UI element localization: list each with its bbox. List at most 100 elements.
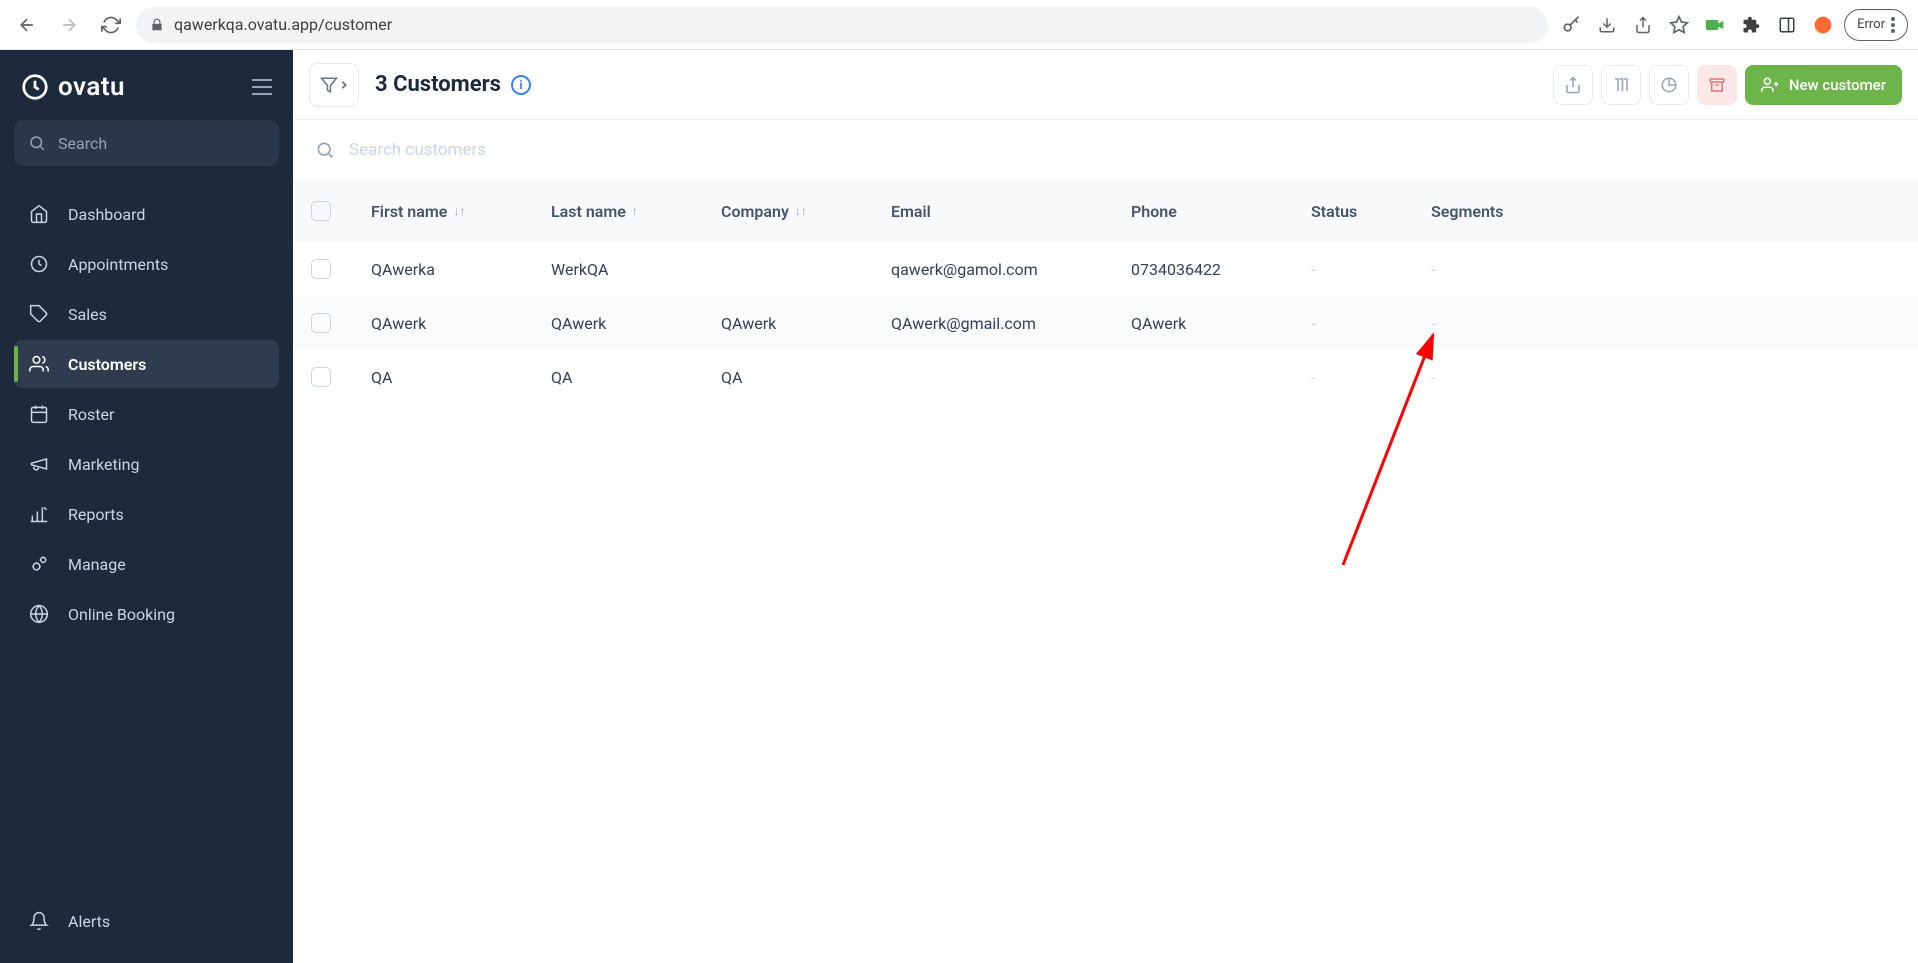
sidebar-item-dashboard[interactable]: Dashboard — [14, 190, 279, 238]
lock-icon — [150, 18, 164, 32]
customers-table: First name↓↑ Last name↑ Company↓↑ Email … — [293, 180, 1918, 404]
reload-button[interactable] — [94, 8, 128, 42]
app: ovatu Search Dashboard Appointments Sale… — [0, 50, 1918, 963]
sidebar-item-label: Manage — [68, 555, 126, 574]
cell-email: qawerk@gamol.com — [891, 260, 1131, 279]
globe-icon — [28, 604, 50, 624]
filter-button[interactable] — [309, 63, 359, 107]
sidebar-item-appointments[interactable]: Appointments — [14, 240, 279, 288]
hamburger-button[interactable] — [251, 78, 273, 96]
star-icon[interactable] — [1664, 10, 1694, 40]
nav: Dashboard Appointments Sales Customers R… — [14, 190, 279, 638]
more-vert-icon — [1891, 17, 1895, 33]
table-header: First name↓↑ Last name↑ Company↓↑ Email … — [293, 180, 1918, 242]
error-label: Error — [1857, 17, 1885, 32]
cell-status: - — [1311, 260, 1431, 279]
cell-first-name: QAwerka — [371, 260, 551, 279]
user-plus-icon — [1761, 76, 1779, 94]
main: 3 Customers i New customer First nam — [293, 50, 1918, 963]
row-checkbox[interactable] — [311, 313, 331, 333]
chevron-right-icon — [340, 80, 348, 90]
home-icon — [28, 204, 50, 224]
sidebar-search[interactable]: Search — [14, 120, 279, 166]
cell-status: - — [1311, 368, 1431, 387]
sidebar-item-label: Marketing — [68, 455, 139, 474]
tag-icon — [28, 304, 50, 324]
cell-last-name: QA — [551, 368, 721, 387]
bell-icon — [28, 911, 50, 931]
table-row[interactable]: QAwerkQAwerkQAwerkQAwerk@gmail.comQAwerk… — [293, 296, 1918, 350]
topbar: 3 Customers i New customer — [293, 50, 1918, 120]
error-chip[interactable]: Error — [1844, 9, 1908, 41]
key-icon[interactable] — [1556, 10, 1586, 40]
col-last-name[interactable]: Last name↑ — [551, 202, 721, 221]
chrome-right-icons: Error — [1556, 9, 1908, 41]
camera-ext-icon[interactable] — [1700, 10, 1730, 40]
sidebar-item-reports[interactable]: Reports — [14, 490, 279, 538]
forward-button[interactable] — [52, 8, 86, 42]
col-first-name[interactable]: First name↓↑ — [371, 202, 551, 221]
cell-segments: - — [1431, 368, 1571, 387]
cell-segments: - — [1431, 314, 1571, 333]
cell-company: QA — [721, 368, 891, 387]
archive-button[interactable] — [1697, 65, 1737, 105]
cell-first-name: QA — [371, 368, 551, 387]
users-icon — [28, 354, 50, 374]
megaphone-icon — [28, 454, 50, 474]
sidebar-item-label: Reports — [68, 505, 124, 524]
sidebar-item-label: Customers — [68, 355, 146, 374]
chart-button[interactable] — [1649, 65, 1689, 105]
url-bar[interactable]: qawerkqa.ovatu.app/customer — [136, 7, 1548, 43]
sidebar-search-label: Search — [58, 134, 107, 153]
sort-icon: ↓↑ — [453, 204, 465, 218]
sidebar-item-sales[interactable]: Sales — [14, 290, 279, 338]
cell-last-name: WerkQA — [551, 260, 721, 279]
back-button[interactable] — [10, 8, 44, 42]
chart-icon — [28, 504, 50, 524]
sidebar-item-alerts[interactable]: Alerts — [14, 897, 279, 945]
sidebar-item-manage[interactable]: Manage — [14, 540, 279, 588]
table-row[interactable]: QAwerkaWerkQA qawerk@gamol.com0734036422-… — [293, 242, 1918, 296]
clock-icon — [28, 254, 50, 274]
page-title: 3 Customers i — [375, 72, 531, 97]
profile-icon[interactable] — [1808, 10, 1838, 40]
cell-email: QAwerk@gmail.com — [891, 314, 1131, 333]
sidebar-item-online-booking[interactable]: Online Booking — [14, 590, 279, 638]
panel-icon[interactable] — [1772, 10, 1802, 40]
cell-phone: 0734036422 — [1131, 260, 1311, 279]
brand-logo[interactable]: ovatu — [20, 72, 125, 102]
sidebar-item-roster[interactable]: Roster — [14, 390, 279, 438]
cell-last-name: QAwerk — [551, 314, 721, 333]
cell-phone: QAwerk — [1131, 314, 1311, 333]
column-button[interactable] — [1601, 65, 1641, 105]
brand-name: ovatu — [58, 72, 125, 102]
search-input[interactable] — [349, 140, 1896, 160]
clock-logo-icon — [20, 72, 50, 102]
sidebar-item-marketing[interactable]: Marketing — [14, 440, 279, 488]
download-icon[interactable] — [1592, 10, 1622, 40]
row-checkbox[interactable] — [311, 259, 331, 279]
col-status[interactable]: Status — [1311, 202, 1431, 221]
select-all-checkbox[interactable] — [311, 201, 331, 221]
extensions-icon[interactable] — [1736, 10, 1766, 40]
brand: ovatu — [14, 68, 279, 120]
sidebar-item-customers[interactable]: Customers — [14, 340, 279, 388]
col-segments[interactable]: Segments — [1431, 202, 1571, 221]
new-customer-button[interactable]: New customer — [1745, 65, 1902, 105]
table-row[interactable]: QAQAQA-- — [293, 350, 1918, 404]
search-icon — [28, 134, 46, 152]
share-icon[interactable] — [1628, 10, 1658, 40]
row-checkbox[interactable] — [311, 367, 331, 387]
sidebar-item-label: Appointments — [68, 255, 168, 274]
sort-icon: ↓↑ — [795, 204, 807, 218]
col-phone[interactable]: Phone — [1131, 202, 1311, 221]
export-button[interactable] — [1553, 65, 1593, 105]
col-company[interactable]: Company↓↑ — [721, 202, 891, 221]
sidebar-item-label: Roster — [68, 405, 114, 424]
search-row — [293, 120, 1918, 180]
new-customer-label: New customer — [1789, 76, 1886, 94]
cell-company: QAwerk — [721, 314, 891, 333]
info-icon[interactable]: i — [511, 75, 531, 95]
col-email[interactable]: Email — [891, 202, 1131, 221]
search-icon — [315, 140, 335, 160]
